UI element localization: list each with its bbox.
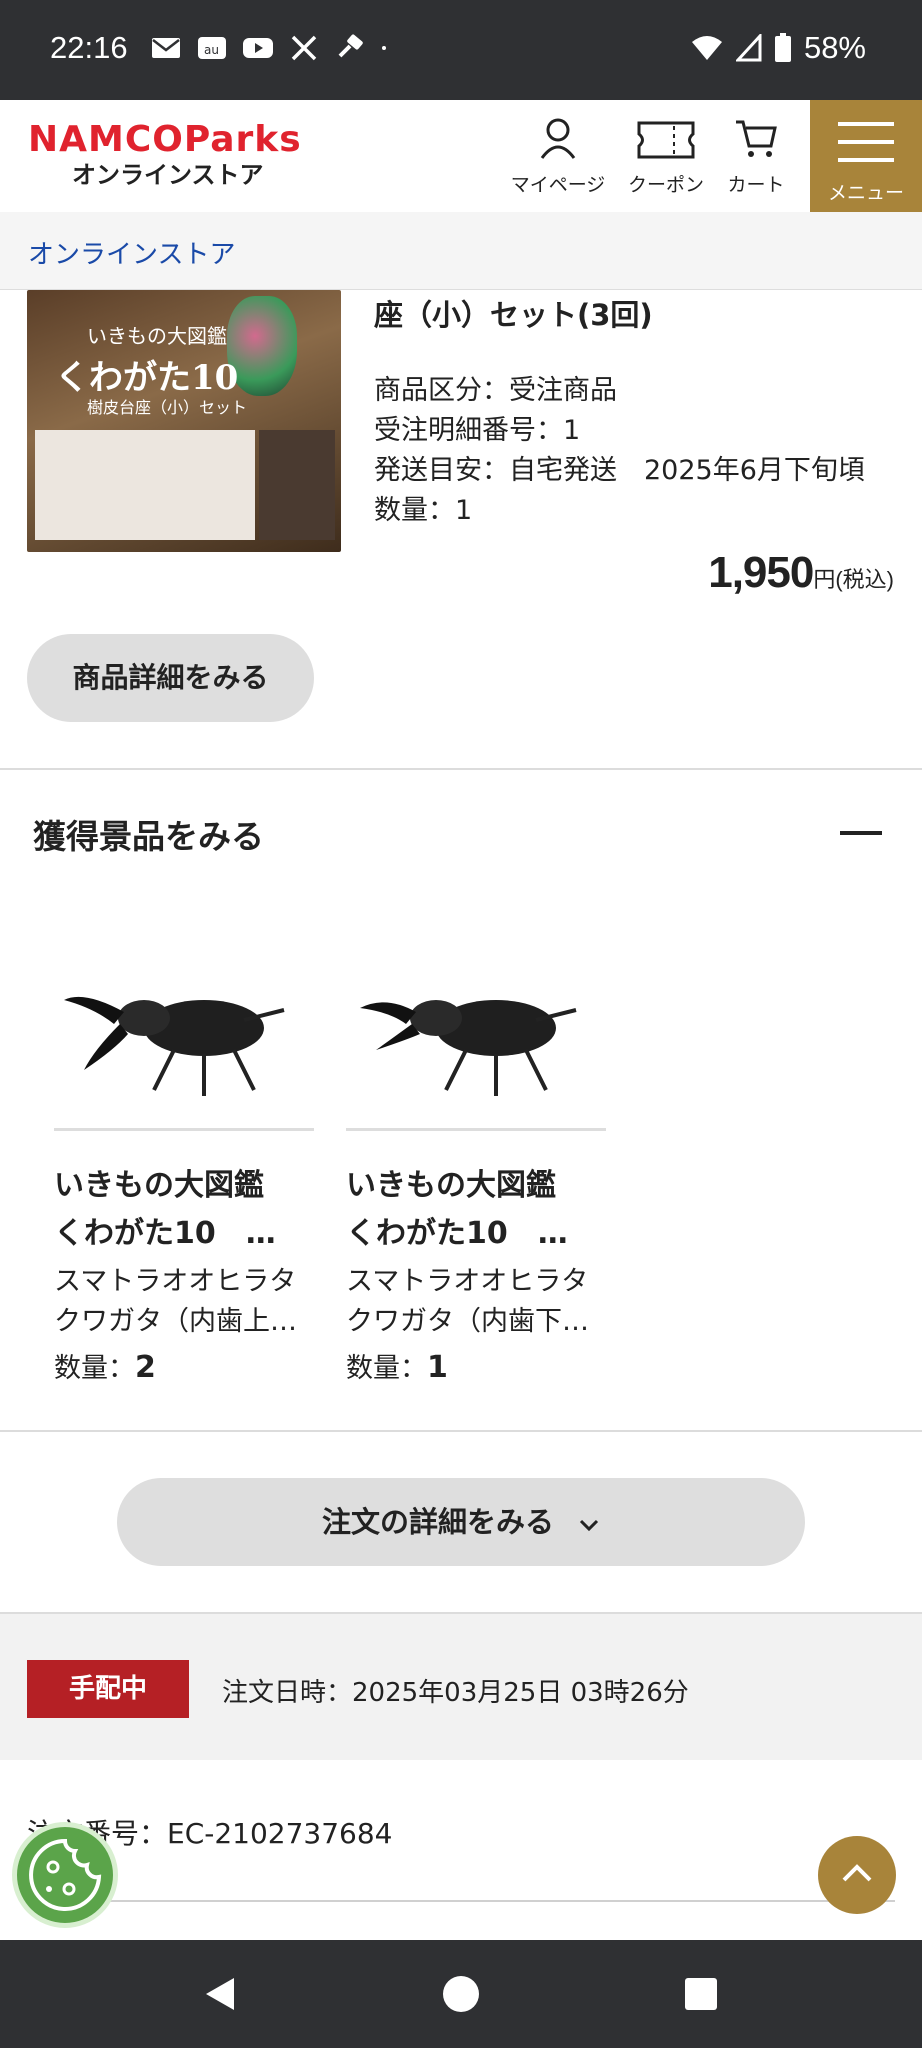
prize-desc: スマトラオオヒラタ クワガタ（内歯下…: [346, 1262, 606, 1342]
hamburger-icon: [838, 122, 894, 162]
back-icon[interactable]: [200, 1974, 240, 2014]
beetle-icon: [54, 996, 314, 1131]
prizes-section-title[interactable]: 獲得景品をみる: [33, 810, 264, 858]
prize-desc-line2: クワガタ（内歯下…: [346, 1306, 589, 1337]
dot-icon: [382, 46, 386, 50]
prize-qty-value: 1: [427, 1350, 448, 1385]
product-image-sub: 樹皮台座（小）セット: [87, 398, 248, 417]
prize-name-line1: いきもの大図鑑: [346, 1168, 556, 1203]
divider: [0, 1430, 922, 1432]
product-category: 商品区分：受注商品: [374, 375, 617, 406]
prize-quantity: 数量：2: [54, 1346, 314, 1385]
prize-name: いきもの大図鑑 くわがた10 …: [346, 1162, 606, 1258]
nav-cart[interactable]: カート: [708, 100, 804, 212]
prize-name: いきもの大図鑑 くわがた10 …: [54, 1162, 314, 1258]
scroll-top-button[interactable]: [818, 1836, 896, 1914]
battery-icon: [774, 33, 791, 62]
nav-mypage[interactable]: マイページ: [510, 100, 606, 212]
prize-name-line2: くわがた10 …: [54, 1216, 276, 1251]
price-unit: 円(税込): [813, 567, 894, 592]
person-icon: [540, 118, 576, 159]
prize-desc-line2: クワガタ（内歯上…: [54, 1306, 297, 1337]
system-nav-bar: [0, 1940, 922, 2048]
coupon-icon: [637, 121, 695, 159]
product-quantity: 数量：1: [374, 495, 473, 526]
prize-desc-line1: スマトラオオヒラタ: [54, 1266, 297, 1297]
order-detail-button[interactable]: 注文の詳細をみる: [117, 1478, 805, 1566]
cookie-settings-button[interactable]: [12, 1822, 118, 1928]
nav-coupon[interactable]: クーポン: [618, 100, 714, 212]
notification-icons: au: [150, 34, 396, 62]
breadcrumb-link[interactable]: オンラインストア: [28, 234, 235, 271]
prize-item[interactable]: いきもの大図鑑 くわがた10 … スマトラオオヒラタ クワガタ（内歯下… 数量：…: [346, 900, 606, 1385]
recents-icon[interactable]: [683, 1976, 719, 2012]
price-value: 1,950: [708, 548, 814, 597]
beetle-icon: [346, 1000, 606, 1131]
site-header: NAMCOParks オンラインストア マイページ クーポン カート メニュー: [0, 100, 922, 212]
minus-icon[interactable]: [840, 831, 882, 835]
nav-mypage-label: マイページ: [510, 174, 606, 196]
cookie-icon: [29, 1838, 102, 1911]
product-detail-button[interactable]: 商品詳細をみる: [27, 634, 314, 722]
mail-icon: [152, 38, 180, 58]
prize-image: [346, 900, 606, 1140]
breadcrumb: オンラインストア: [0, 212, 922, 290]
cart-icon: [736, 120, 777, 157]
prize-image: [54, 900, 314, 1140]
prize-name-line1: いきもの大図鑑: [54, 1168, 264, 1203]
product-image-name: くわがた10: [55, 358, 239, 398]
divider: [0, 768, 922, 770]
product-stand-card: [259, 430, 335, 540]
menu-label: メニュー: [827, 182, 904, 204]
logo-sub: オンラインストア: [72, 161, 264, 189]
prize-desc: スマトラオオヒラタ クワガタ（内歯上…: [54, 1262, 314, 1342]
prize-item[interactable]: いきもの大図鑑 くわがた10 … スマトラオオヒラタ クワガタ（内歯上… 数量：…: [54, 900, 314, 1385]
au-icon: au: [198, 37, 226, 59]
system-icons: 58%: [690, 30, 866, 66]
nav-cart-label: カート: [727, 174, 785, 196]
prize-qty-label: 数量：: [54, 1353, 135, 1384]
chevron-down-icon: [580, 1519, 599, 1532]
divider: [27, 1900, 895, 1902]
product-title: 座（小）セット(3回): [374, 298, 653, 332]
product-order-line: 受注明細番号：1: [374, 415, 581, 446]
order-date: 注文日時：2025年03月25日 03時26分: [222, 1678, 689, 1708]
menu-button[interactable]: メニュー: [810, 100, 922, 212]
order-summary-bar: 手配中 注文日時：2025年03月25日 03時26分: [0, 1612, 922, 1760]
site-logo[interactable]: NAMCOParks オンラインストア: [28, 120, 328, 190]
signal-icon: [735, 34, 762, 62]
x-icon: [291, 35, 317, 61]
status-bar: 22:16 au 58%: [0, 0, 922, 100]
status-time: 22:16: [50, 30, 128, 65]
nav-coupon-label: クーポン: [627, 174, 704, 196]
product-image[interactable]: いきもの大図鑑 くわがた10 樹皮台座（小）セット: [27, 290, 341, 552]
chevron-up-icon: [842, 1864, 872, 1882]
product-shipping: 発送目安：自宅発送 2025年6月下旬頃: [374, 455, 865, 486]
prize-qty-value: 2: [135, 1350, 156, 1385]
prize-name-line2: くわがた10 …: [346, 1216, 568, 1251]
svg-text:au: au: [204, 43, 219, 57]
product-image-title: いきもの大図鑑: [87, 324, 227, 348]
home-icon[interactable]: [441, 1974, 481, 2014]
prize-quantity: 数量：1: [346, 1346, 606, 1385]
prize-desc-line1: スマトラオオヒラタ: [346, 1266, 589, 1297]
status-badge: 手配中: [27, 1660, 189, 1718]
prize-qty-label: 数量：: [346, 1353, 427, 1384]
product-lineup-card: [35, 430, 255, 540]
order-detail-label: 注文の詳細をみる: [321, 1505, 554, 1539]
youtube-icon: [243, 38, 273, 58]
product-price: 1,950円(税込): [708, 548, 894, 598]
hammer-icon: [338, 34, 363, 58]
logo-main: NAMCOParks: [28, 119, 302, 160]
battery-level: 58%: [803, 30, 866, 65]
wifi-icon: [691, 36, 722, 60]
